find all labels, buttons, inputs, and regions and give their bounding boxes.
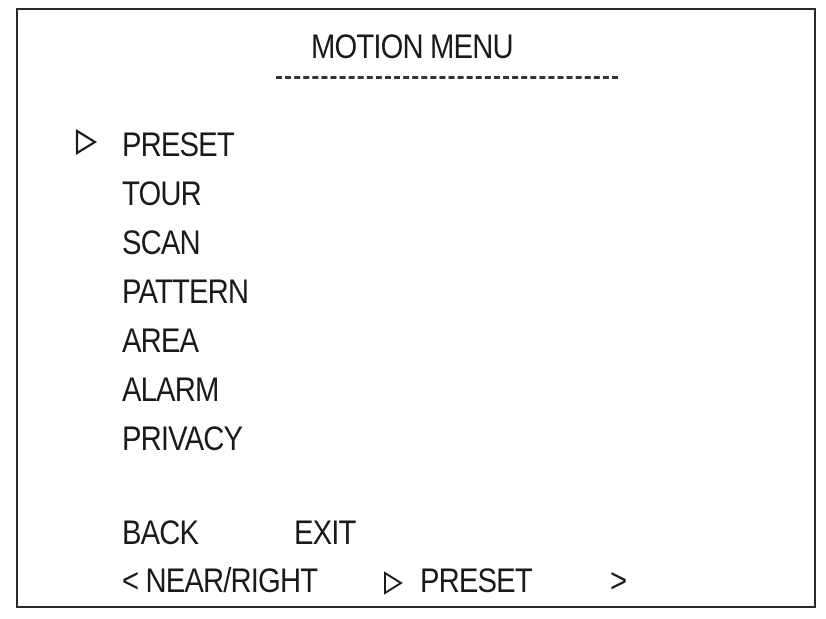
menu-item-area[interactable]: AREA: [122, 316, 269, 365]
menu-item-label: SCAN: [122, 223, 201, 262]
menu-item-label: ALARM: [122, 370, 219, 409]
menu-item-privacy[interactable]: PRIVACY: [122, 414, 269, 463]
osd-menu-screen: MOTION MENU PRESET TOUR SCAN PATTERN ARE…: [16, 8, 816, 608]
menu-item-alarm[interactable]: ALARM: [122, 365, 269, 414]
menu-item-label: PRIVACY: [122, 419, 243, 458]
menu-list: PRESET TOUR SCAN PATTERN AREA ALARM PRIV…: [122, 120, 269, 463]
menu-title: MOTION MENU: [311, 28, 514, 66]
menu-item-preset[interactable]: PRESET: [122, 120, 269, 169]
title-dashed-underline: [276, 76, 618, 79]
status-bar: < NEAR/RIGHT PRESET >: [122, 564, 682, 604]
nav-left-button[interactable]: < NEAR/RIGHT: [122, 564, 318, 598]
exit-button[interactable]: EXIT: [294, 516, 356, 550]
nav-right-button[interactable]: >: [610, 564, 627, 598]
status-indicator-icon: [384, 571, 403, 595]
menu-item-tour[interactable]: TOUR: [122, 169, 269, 218]
menu-item-pattern[interactable]: PATTERN: [122, 267, 269, 316]
selection-cursor-icon: [75, 129, 98, 155]
menu-item-scan[interactable]: SCAN: [122, 218, 269, 267]
menu-item-label: PRESET: [122, 125, 235, 164]
menu-item-label: TOUR: [122, 174, 202, 213]
back-button[interactable]: BACK: [122, 516, 199, 550]
status-current-item: PRESET: [420, 562, 533, 600]
menu-item-label: AREA: [122, 321, 199, 360]
menu-item-label: PATTERN: [122, 272, 249, 311]
